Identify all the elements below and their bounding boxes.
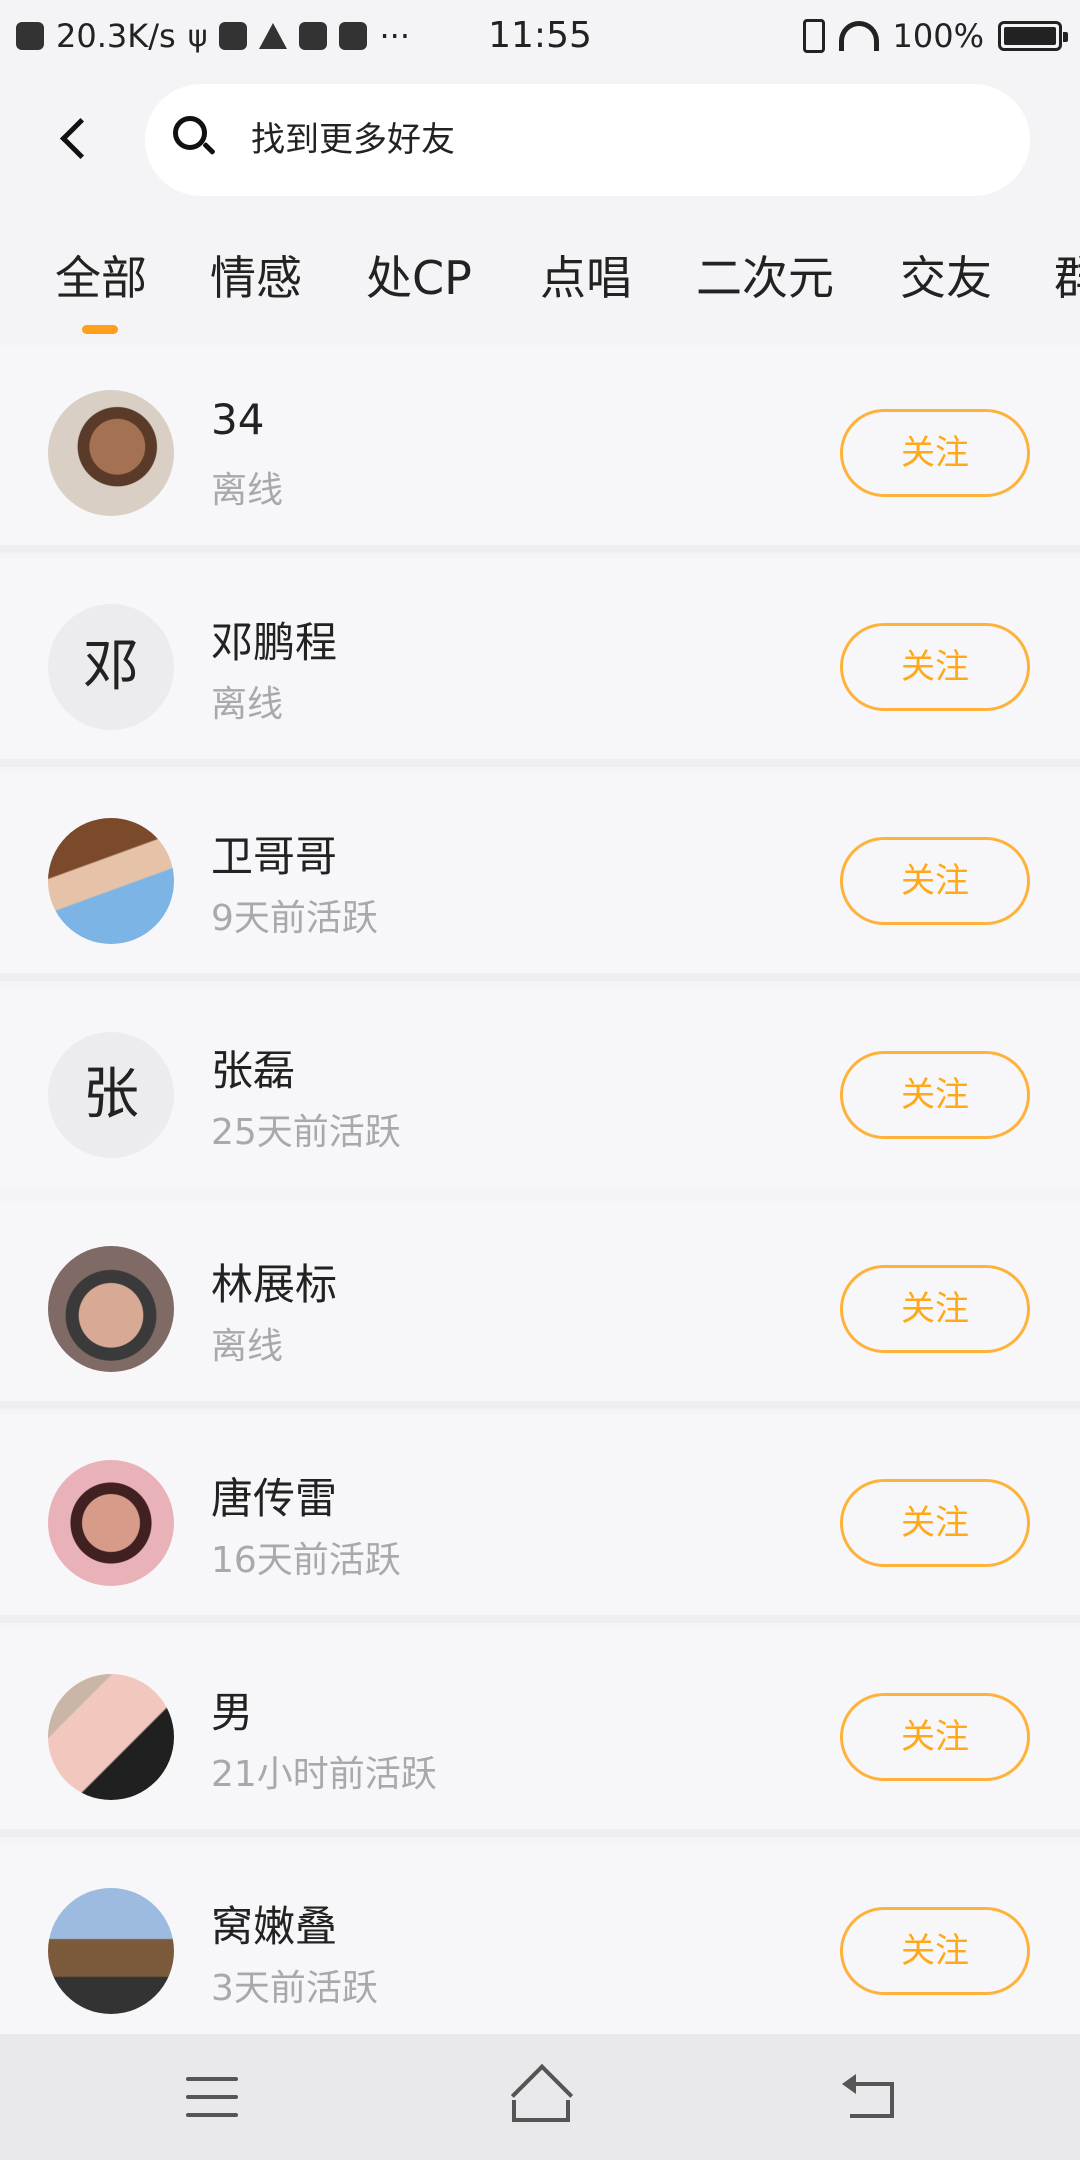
tab-cp[interactable]: 处CP bbox=[366, 242, 472, 308]
list-item[interactable]: 窝嫩叠 3天前活跃 关注 bbox=[0, 1843, 1080, 2043]
follow-button[interactable]: 关注 bbox=[840, 409, 1030, 497]
divider bbox=[0, 545, 1080, 553]
tab-group[interactable]: 群 bbox=[1054, 242, 1080, 308]
avatar[interactable] bbox=[48, 1246, 174, 1372]
tab-friends[interactable]: 交友 bbox=[900, 242, 992, 308]
user-name: 邓鹏程 bbox=[211, 618, 338, 667]
category-tabs: 全部 情感 处CP 点唱 二次元 交友 群 bbox=[0, 230, 1080, 340]
follow-button[interactable]: 关注 bbox=[840, 1907, 1030, 1995]
user-name: 男 bbox=[211, 1688, 254, 1737]
list-item[interactable]: 34 离线 关注 bbox=[0, 345, 1080, 545]
list-item[interactable]: 林展标 离线 关注 bbox=[0, 1201, 1080, 1401]
wifi-icon bbox=[838, 21, 879, 51]
search-icon bbox=[173, 116, 215, 158]
user-status: 21小时前活跃 bbox=[211, 1754, 437, 1795]
tab-emotion[interactable]: 情感 bbox=[210, 242, 302, 308]
follow-button[interactable]: 关注 bbox=[840, 1265, 1030, 1353]
battery-icon bbox=[998, 21, 1068, 51]
user-status: 16天前活跃 bbox=[211, 1540, 401, 1581]
follow-button[interactable]: 关注 bbox=[840, 837, 1030, 925]
tab-anime[interactable]: 二次元 bbox=[696, 242, 834, 308]
list-item[interactable]: 男 21小时前活跃 关注 bbox=[0, 1629, 1080, 1829]
system-nav-bar bbox=[0, 2034, 1080, 2160]
list-item[interactable]: 唐传雷 16天前活跃 关注 bbox=[0, 1415, 1080, 1615]
divider bbox=[0, 1615, 1080, 1623]
back-icon[interactable] bbox=[44, 106, 108, 170]
avatar[interactable] bbox=[48, 1888, 174, 2014]
follow-button[interactable]: 关注 bbox=[840, 623, 1030, 711]
divider bbox=[0, 973, 1080, 981]
user-name: 林展标 bbox=[211, 1260, 338, 1309]
header: 找到更多好友 bbox=[0, 72, 1080, 202]
user-status: 离线 bbox=[211, 1326, 284, 1367]
search-input[interactable]: 找到更多好友 bbox=[145, 84, 1030, 196]
user-status: 9天前活跃 bbox=[211, 898, 378, 939]
avatar[interactable] bbox=[48, 818, 174, 944]
user-status: 3天前活跃 bbox=[211, 1968, 378, 2009]
tab-all[interactable]: 全部 bbox=[55, 242, 147, 308]
menu-icon[interactable] bbox=[186, 2077, 238, 2117]
follow-button[interactable]: 关注 bbox=[840, 1479, 1030, 1567]
tab-sing[interactable]: 点唱 bbox=[540, 242, 632, 308]
list-item[interactable]: 邓 邓鹏程 离线 关注 bbox=[0, 559, 1080, 759]
list-item[interactable]: 卫哥哥 9天前活跃 关注 bbox=[0, 773, 1080, 973]
follow-button[interactable]: 关注 bbox=[840, 1693, 1030, 1781]
user-name: 34 bbox=[211, 395, 265, 444]
list-item[interactable]: 张 张磊 25天前活跃 关注 bbox=[0, 987, 1080, 1187]
user-name: 唐传雷 bbox=[211, 1474, 338, 1523]
avatar[interactable]: 邓 bbox=[48, 604, 174, 730]
return-icon[interactable] bbox=[842, 2074, 896, 2122]
divider bbox=[0, 1829, 1080, 1837]
home-icon[interactable] bbox=[506, 2070, 576, 2124]
avatar[interactable] bbox=[48, 1460, 174, 1586]
user-status: 离线 bbox=[211, 684, 284, 725]
user-name: 卫哥哥 bbox=[211, 832, 338, 881]
user-status: 离线 bbox=[211, 470, 284, 511]
user-name: 张磊 bbox=[211, 1046, 296, 1095]
avatar[interactable] bbox=[48, 1674, 174, 1800]
user-name: 窝嫩叠 bbox=[211, 1902, 338, 1951]
follow-button[interactable]: 关注 bbox=[840, 1051, 1030, 1139]
battery-percent: 100% bbox=[892, 17, 984, 55]
avatar[interactable] bbox=[48, 390, 174, 516]
status-right: 100% bbox=[802, 12, 1068, 60]
divider bbox=[0, 1401, 1080, 1409]
divider bbox=[0, 759, 1080, 767]
user-status: 25天前活跃 bbox=[211, 1112, 401, 1153]
status-bar: 20.3K/s ψ ··· 11:55 100% bbox=[0, 0, 1080, 72]
search-placeholder: 找到更多好友 bbox=[251, 120, 455, 160]
active-tab-indicator bbox=[82, 325, 118, 334]
avatar[interactable]: 张 bbox=[48, 1032, 174, 1158]
vibrate-icon bbox=[802, 19, 825, 53]
